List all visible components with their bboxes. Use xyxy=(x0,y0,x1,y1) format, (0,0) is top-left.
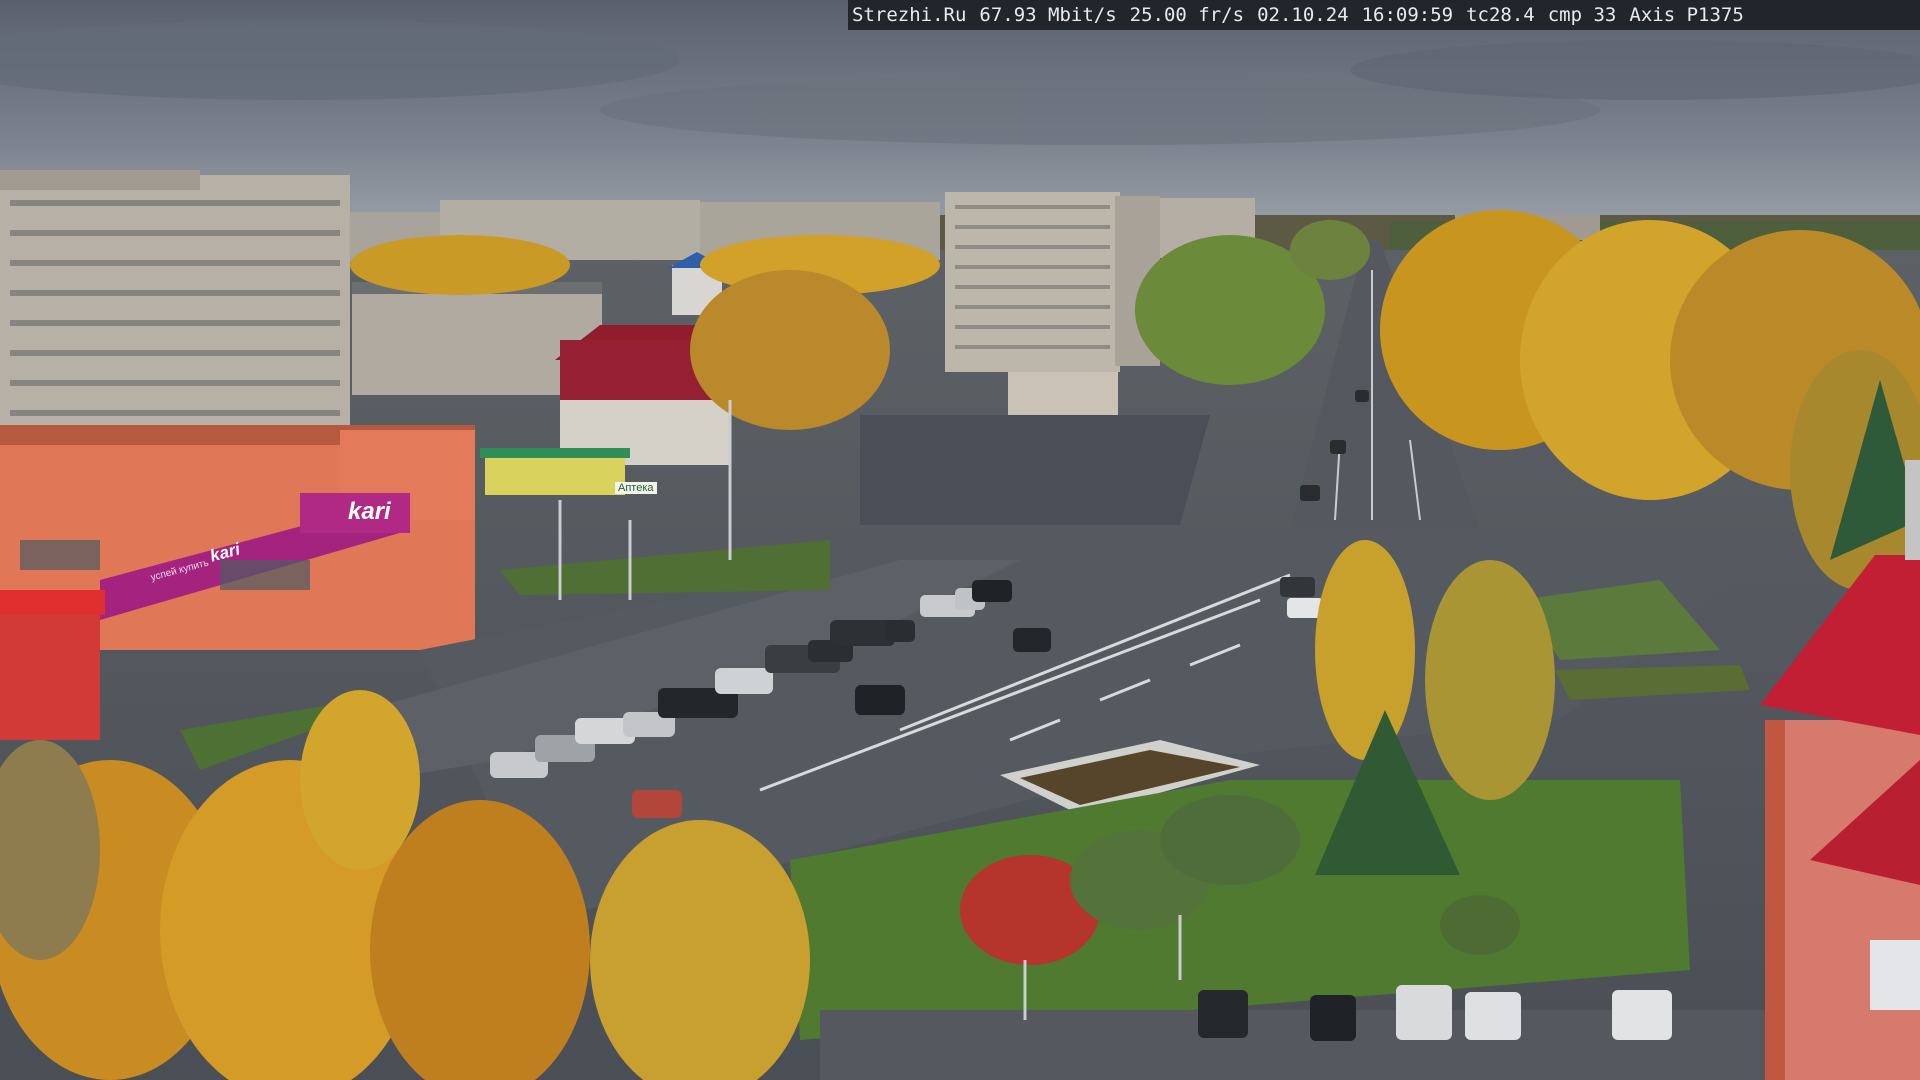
webcam-frame: kari kari успей купить Аптека Strezhi.Ru… xyxy=(0,0,1920,1080)
osd-bitrate: 67.93 Mbit/s xyxy=(979,4,1117,26)
osd-date: 02.10.24 xyxy=(1257,4,1349,26)
osd-time: 16:09:59 xyxy=(1361,4,1454,26)
osd-cmp: cmp 33 xyxy=(1547,4,1617,26)
low-white-building xyxy=(1008,372,1118,417)
pharmacy-kiosk xyxy=(480,448,630,495)
osd-tc: tc28.4 xyxy=(1466,4,1535,26)
pharmacy-sign-text: Аптека xyxy=(615,482,657,494)
osd-camera-model: Axis P1375 xyxy=(1629,4,1744,26)
street-scene xyxy=(0,0,1920,1080)
central-plaza xyxy=(860,415,1210,525)
kari-sign-text: kari xyxy=(348,498,391,525)
camera-osd-bar: Strezhi.Ru 67.93 Mbit/s 25.00 fr/s 02.10.24… xyxy=(848,0,1920,30)
osd-site: Strezhi.Ru xyxy=(852,4,967,26)
red-corner-annex xyxy=(0,595,100,740)
osd-framerate: 25.00 fr/s xyxy=(1129,4,1245,26)
